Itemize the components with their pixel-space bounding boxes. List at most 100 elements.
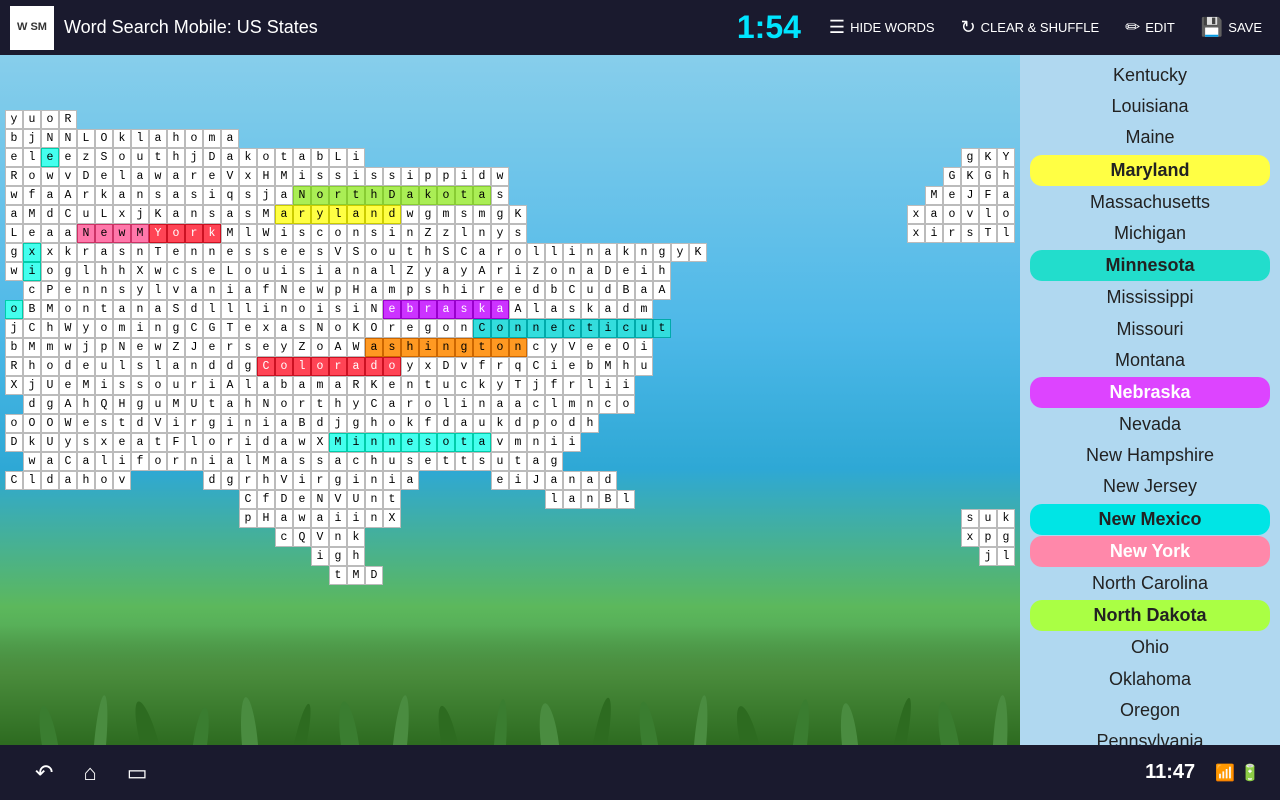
cell[interactable]: C xyxy=(5,471,23,490)
cell[interactable]: k xyxy=(581,300,599,319)
cell[interactable]: t xyxy=(311,395,329,414)
cell[interactable]: m xyxy=(383,281,401,300)
cell[interactable]: y xyxy=(131,281,149,300)
cell[interactable]: n xyxy=(149,319,167,338)
cell[interactable]: M xyxy=(41,300,59,319)
cell[interactable]: y xyxy=(455,262,473,281)
cell[interactable]: U xyxy=(185,395,203,414)
cell[interactable]: u xyxy=(77,205,95,224)
cell[interactable]: g xyxy=(41,395,59,414)
cell[interactable]: i xyxy=(563,243,581,262)
cell[interactable]: K xyxy=(149,205,167,224)
cell[interactable]: n xyxy=(527,433,545,452)
cell[interactable]: a xyxy=(347,205,365,224)
cell[interactable]: l xyxy=(239,452,257,471)
cell[interactable]: h xyxy=(617,357,635,376)
cell[interactable]: V xyxy=(329,243,347,262)
cell[interactable]: d xyxy=(383,205,401,224)
cell[interactable]: t xyxy=(113,414,131,433)
cell[interactable]: s xyxy=(365,167,383,186)
cell[interactable]: e xyxy=(419,452,437,471)
cell[interactable]: N xyxy=(257,395,275,414)
cell[interactable]: d xyxy=(257,433,275,452)
cell[interactable]: a xyxy=(473,243,491,262)
cell[interactable]: c xyxy=(167,262,185,281)
cell[interactable]: l xyxy=(239,224,257,243)
cell[interactable]: k xyxy=(23,433,41,452)
cell[interactable]: y xyxy=(671,243,689,262)
cell[interactable]: J xyxy=(185,338,203,357)
cell[interactable]: e xyxy=(203,262,221,281)
cell[interactable]: p xyxy=(419,167,437,186)
cell[interactable]: s xyxy=(961,224,979,243)
cell[interactable]: i xyxy=(509,471,527,490)
cell[interactable]: K xyxy=(961,167,979,186)
cell[interactable]: a xyxy=(293,376,311,395)
cell[interactable]: m xyxy=(563,395,581,414)
cell[interactable]: N xyxy=(311,490,329,509)
cell[interactable]: s xyxy=(113,376,131,395)
cell[interactable]: m xyxy=(113,319,131,338)
cell[interactable]: y xyxy=(275,338,293,357)
cell[interactable]: B xyxy=(599,490,617,509)
cell[interactable]: a xyxy=(167,357,185,376)
cell[interactable]: r xyxy=(185,376,203,395)
cell[interactable]: o xyxy=(275,357,293,376)
cell[interactable]: t xyxy=(95,300,113,319)
cell[interactable]: g xyxy=(239,357,257,376)
cell[interactable]: g xyxy=(167,319,185,338)
hide-words-button[interactable]: ☰ HIDE WORDS xyxy=(821,12,943,43)
cell[interactable]: z xyxy=(437,224,455,243)
cell[interactable]: r xyxy=(293,395,311,414)
cell[interactable]: o xyxy=(509,243,527,262)
cell[interactable]: e xyxy=(545,319,563,338)
cell[interactable]: B xyxy=(293,414,311,433)
cell[interactable]: n xyxy=(275,300,293,319)
cell[interactable]: K xyxy=(365,376,383,395)
cell[interactable]: h xyxy=(365,186,383,205)
cell[interactable]: d xyxy=(131,414,149,433)
cell[interactable]: e xyxy=(293,243,311,262)
cell[interactable]: a xyxy=(563,490,581,509)
cell[interactable]: a xyxy=(401,186,419,205)
cell[interactable]: o xyxy=(59,300,77,319)
cell[interactable]: Y xyxy=(149,224,167,243)
cell[interactable]: K xyxy=(689,243,707,262)
cell[interactable]: a xyxy=(95,243,113,262)
cell[interactable]: q xyxy=(221,186,239,205)
cell[interactable]: n xyxy=(365,471,383,490)
cell[interactable]: t xyxy=(455,452,473,471)
cell[interactable]: n xyxy=(131,186,149,205)
cell[interactable]: K xyxy=(509,205,527,224)
cell[interactable]: g xyxy=(545,452,563,471)
cell[interactable]: f xyxy=(545,376,563,395)
cell[interactable]: n xyxy=(203,243,221,262)
cell[interactable]: r xyxy=(491,357,509,376)
cell[interactable]: x xyxy=(257,319,275,338)
cell[interactable]: M xyxy=(275,167,293,186)
cell[interactable]: a xyxy=(221,205,239,224)
cell[interactable]: j xyxy=(329,414,347,433)
cell[interactable]: C xyxy=(527,357,545,376)
cell[interactable]: s xyxy=(293,452,311,471)
cell[interactable]: i xyxy=(419,338,437,357)
cell[interactable]: a xyxy=(329,452,347,471)
back-button[interactable]: ↶ xyxy=(20,755,68,791)
cell[interactable]: g xyxy=(221,471,239,490)
cell[interactable]: t xyxy=(419,376,437,395)
cell[interactable]: x xyxy=(419,357,437,376)
cell[interactable]: h xyxy=(77,471,95,490)
cell[interactable]: i xyxy=(23,262,41,281)
cell[interactable]: a xyxy=(275,433,293,452)
cell[interactable]: g xyxy=(329,471,347,490)
cell[interactable]: N xyxy=(59,129,77,148)
cell[interactable]: x xyxy=(961,528,979,547)
cell[interactable]: a xyxy=(473,433,491,452)
cell[interactable]: J xyxy=(961,186,979,205)
cell[interactable]: v xyxy=(113,471,131,490)
cell[interactable]: T xyxy=(509,376,527,395)
cell[interactable]: v xyxy=(961,205,979,224)
cell[interactable]: y xyxy=(401,357,419,376)
cell[interactable]: o xyxy=(365,243,383,262)
cell[interactable]: l xyxy=(617,490,635,509)
